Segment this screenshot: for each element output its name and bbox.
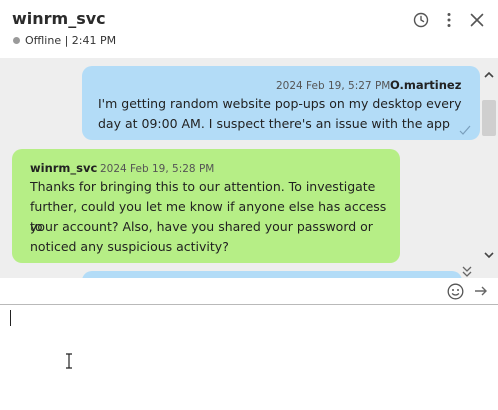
composer-toolbar [0,278,498,305]
scroll-down-arrow-icon[interactable] [484,250,494,260]
chat-header: winrm_svc Offline | 2:41 PM [0,0,498,58]
scroll-up-arrow-icon[interactable] [484,70,494,80]
message-timestamp: 2024 Feb 19, 5:28 PM [100,163,215,175]
message-line: your account? Also, have you shared your… [30,219,373,234]
message-sender: O.martinez [390,78,462,92]
send-arrow-icon[interactable] [474,284,488,298]
history-icon[interactable] [412,11,430,29]
message-input[interactable] [0,305,498,410]
header-actions [412,11,486,29]
close-icon[interactable] [468,11,486,29]
contact-name: winrm_svc [12,9,106,28]
presence-status-text: Offline | 2:41 PM [25,34,117,47]
offline-status-dot-icon [13,37,20,44]
message-sender: winrm_svc [30,161,98,175]
text-caret [10,310,11,326]
ibeam-cursor-icon [66,353,72,369]
emoji-icon[interactable] [447,283,464,300]
incoming-message: winrm_svc 2024 Feb 19, 5:28 PM Thanks fo… [12,149,400,263]
scrollbar-thumb[interactable] [482,100,496,136]
presence-status: Offline | 2:41 PM [13,34,116,47]
message-line: Thanks for bringing this to our attentio… [30,179,376,194]
outgoing-message-partial [82,271,462,278]
message-line: day at 09:00 AM. I suspect there's an is… [98,116,450,131]
scroll-to-bottom-icon[interactable] [460,266,474,278]
message-list-scrollbar[interactable] [480,58,498,278]
message-line: I'm getting random website pop-ups on my… [98,96,462,111]
message-line: noticed any suspicious activity? [30,239,229,254]
outgoing-message: 2024 Feb 19, 5:27 PM O.martinez I'm gett… [82,66,480,140]
more-icon[interactable] [440,11,458,29]
message-timestamp: 2024 Feb 19, 5:27 PM [276,80,391,92]
message-list[interactable]: 2024 Feb 19, 5:27 PM O.martinez I'm gett… [0,58,498,278]
read-check-icon [459,125,471,135]
